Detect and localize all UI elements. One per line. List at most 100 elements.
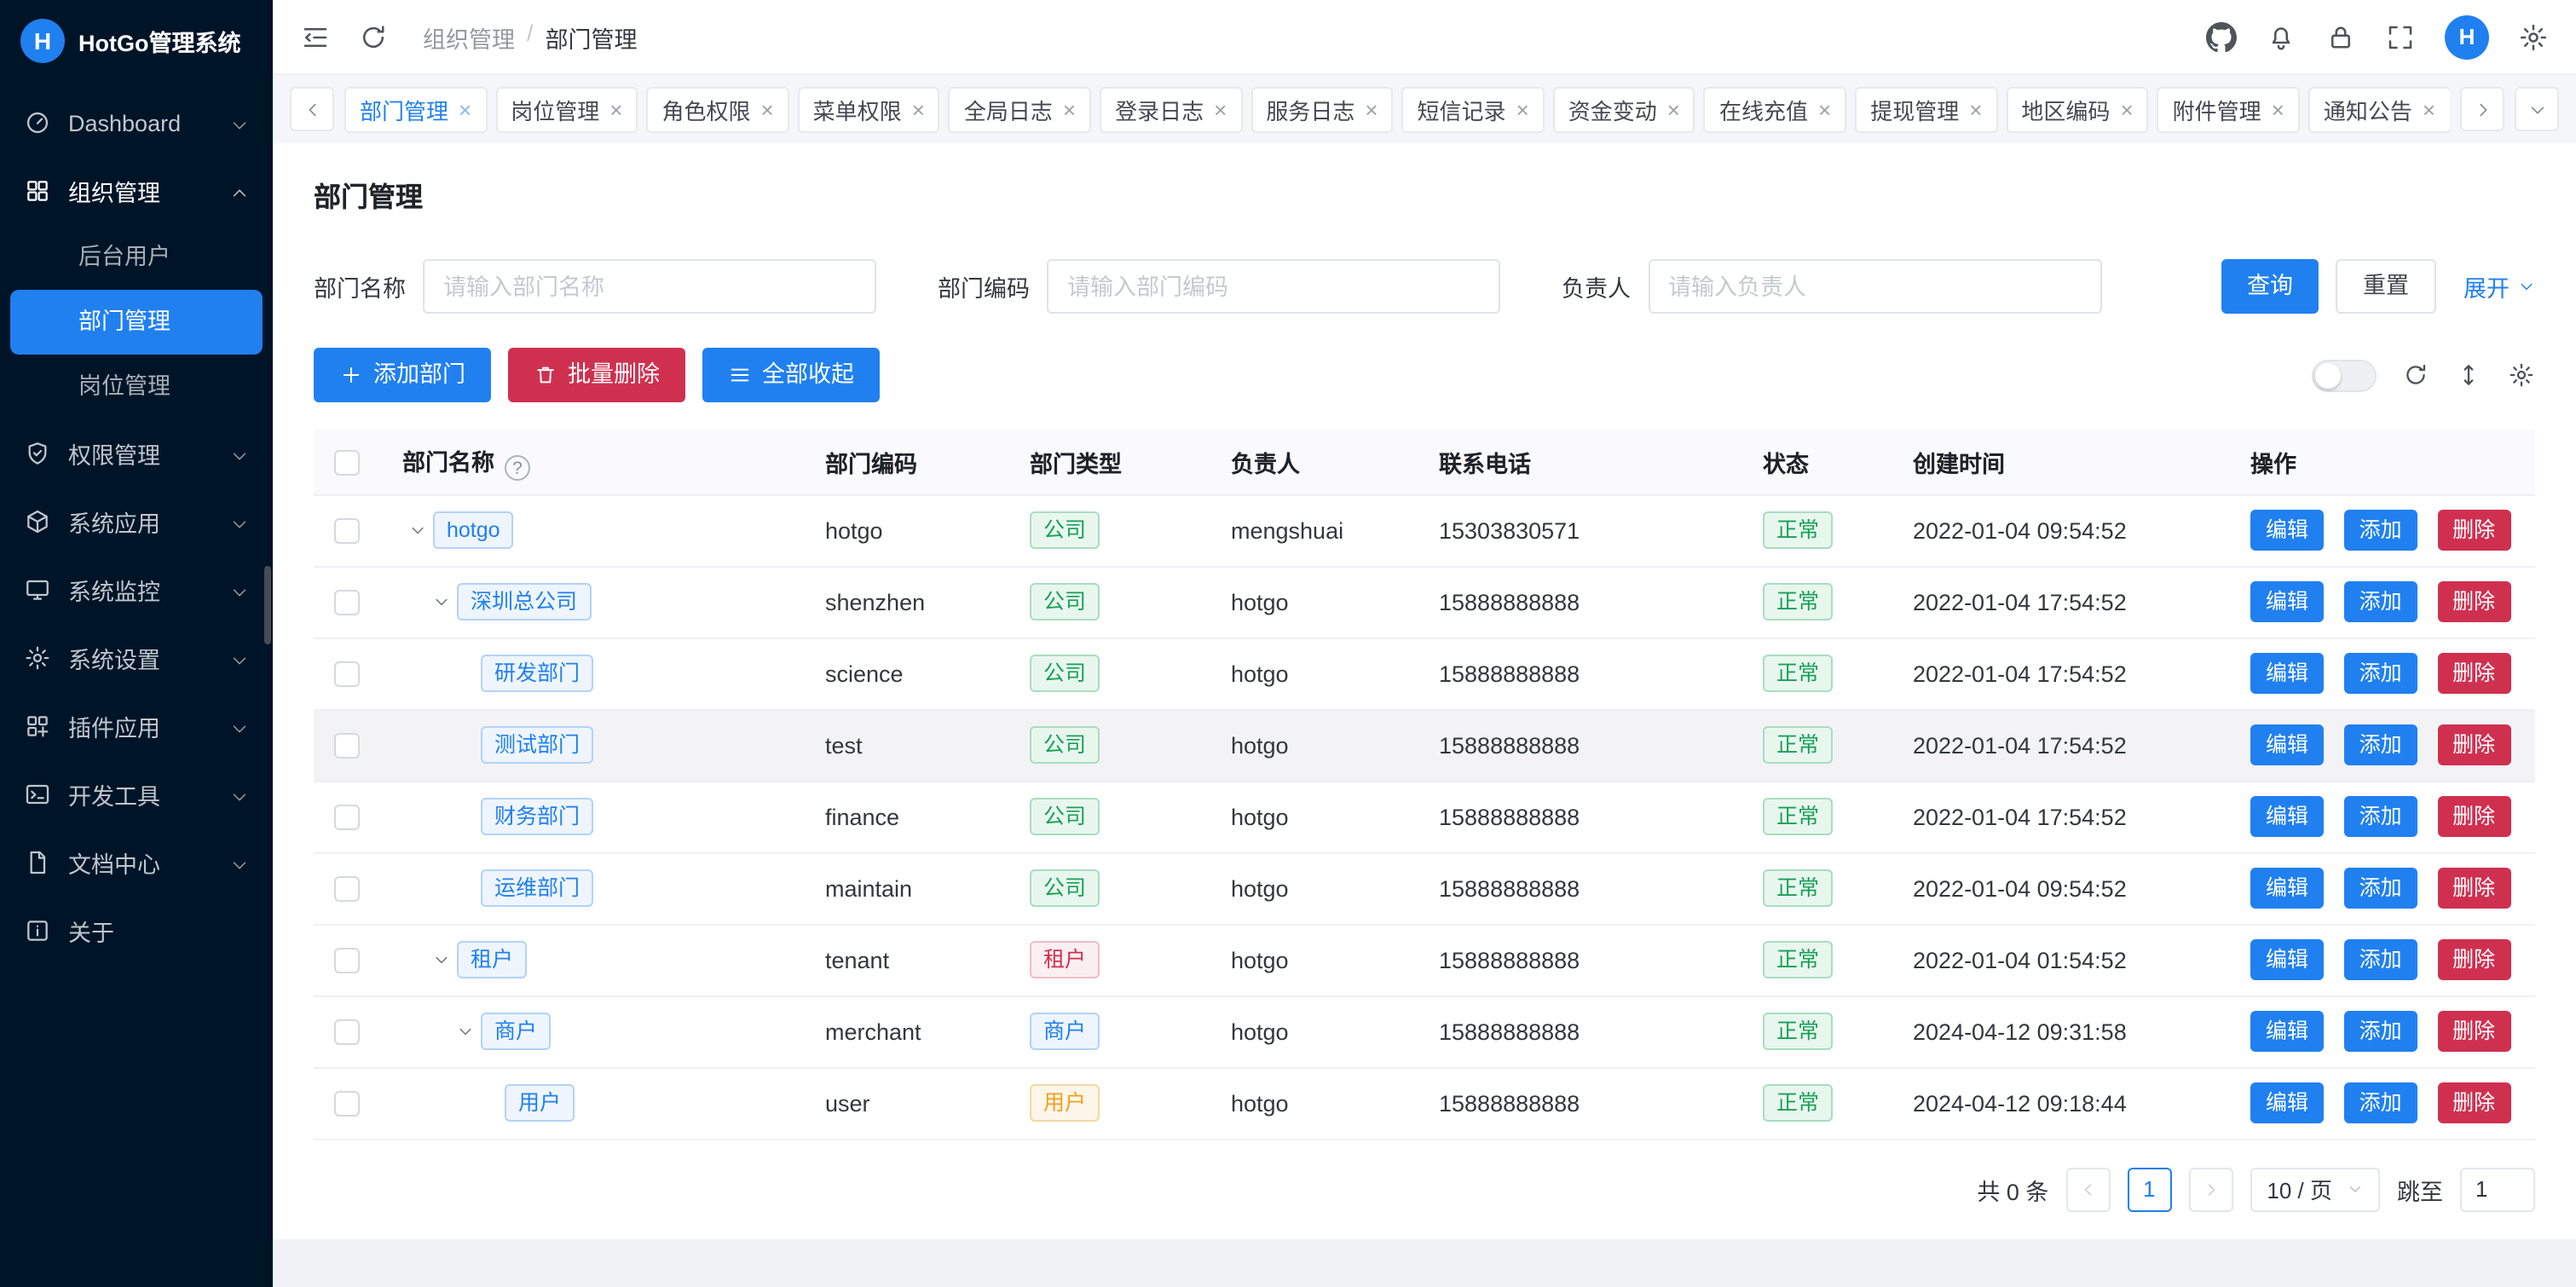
user-avatar[interactable]: H bbox=[2445, 14, 2489, 59]
add-button[interactable]: 添加 bbox=[2344, 1082, 2417, 1123]
sidebar-item-8[interactable]: 文档中心 bbox=[0, 828, 273, 897]
expand-row-icon[interactable] bbox=[426, 593, 457, 610]
sidebar-subitem-1-0[interactable]: 后台用户 bbox=[0, 225, 273, 290]
column-settings-icon[interactable] bbox=[2508, 361, 2535, 389]
edit-button[interactable]: 编辑 bbox=[2250, 868, 2324, 909]
close-icon[interactable]: × bbox=[1818, 98, 1831, 120]
edit-button[interactable]: 编辑 bbox=[2250, 1082, 2324, 1123]
delete-button[interactable]: 删除 bbox=[2437, 868, 2510, 909]
collapse-sidebar-icon[interactable] bbox=[300, 21, 331, 52]
close-icon[interactable]: × bbox=[1969, 98, 1982, 120]
tab-12[interactable]: 附件管理 × bbox=[2157, 86, 2300, 132]
settings-gear-icon[interactable] bbox=[2518, 21, 2549, 52]
close-icon[interactable]: × bbox=[459, 98, 471, 120]
department-name-tag[interactable]: 深圳总公司 bbox=[457, 583, 591, 620]
close-icon[interactable]: × bbox=[760, 98, 773, 120]
tab-13[interactable]: 通知公告 × bbox=[2308, 86, 2450, 132]
tab-5[interactable]: 登录日志 × bbox=[1100, 86, 1242, 132]
sidebar-item-6[interactable]: 插件应用 bbox=[0, 692, 273, 760]
row-checkbox[interactable] bbox=[334, 948, 360, 973]
striped-toggle[interactable] bbox=[2312, 359, 2377, 391]
department-name-tag[interactable]: hotgo bbox=[433, 511, 514, 549]
department-name-tag[interactable]: 研发部门 bbox=[481, 655, 593, 692]
tab-0[interactable]: 部门管理 × bbox=[344, 86, 487, 132]
batch-delete-button[interactable]: 批量删除 bbox=[508, 348, 685, 402]
tab-6[interactable]: 服务日志 × bbox=[1250, 86, 1393, 132]
expand-filters-link[interactable]: 展开 bbox=[2463, 269, 2535, 303]
edit-button[interactable]: 编辑 bbox=[2250, 939, 2324, 980]
reload-table-icon[interactable] bbox=[2402, 361, 2429, 389]
select-all-checkbox[interactable] bbox=[334, 449, 360, 475]
tab-10[interactable]: 提现管理 × bbox=[1855, 86, 1997, 132]
edit-button[interactable]: 编辑 bbox=[2250, 796, 2324, 837]
delete-button[interactable]: 删除 bbox=[2437, 1011, 2510, 1052]
sidebar-scrollbar-thumb[interactable] bbox=[264, 566, 271, 644]
github-icon[interactable] bbox=[2206, 21, 2237, 52]
row-checkbox[interactable] bbox=[334, 1091, 360, 1117]
close-icon[interactable]: × bbox=[2423, 98, 2435, 120]
collapse-all-button[interactable]: 全部收起 bbox=[702, 348, 880, 402]
sidebar-item-7[interactable]: 开发工具 bbox=[0, 760, 273, 828]
tab-3[interactable]: 菜单权限 × bbox=[798, 86, 940, 132]
bell-icon[interactable] bbox=[2266, 21, 2296, 52]
delete-button[interactable]: 删除 bbox=[2437, 581, 2510, 622]
close-icon[interactable]: × bbox=[1214, 98, 1227, 120]
department-name-tag[interactable]: 用户 bbox=[505, 1084, 575, 1122]
page-size-select[interactable]: 10 / 页 bbox=[2250, 1167, 2380, 1211]
delete-button[interactable]: 删除 bbox=[2437, 1082, 2510, 1123]
delete-button[interactable]: 删除 bbox=[2437, 510, 2510, 551]
row-checkbox[interactable] bbox=[334, 805, 360, 830]
next-page-button[interactable] bbox=[2188, 1167, 2232, 1211]
filter-input-0[interactable] bbox=[423, 259, 876, 314]
expand-row-icon[interactable] bbox=[402, 522, 433, 539]
close-icon[interactable]: × bbox=[1667, 98, 1680, 120]
sidebar-item-4[interactable]: 系统监控 bbox=[0, 556, 273, 624]
tabs-scroll-right-button[interactable] bbox=[2460, 87, 2504, 131]
filter-input-2[interactable] bbox=[1648, 259, 2101, 314]
row-checkbox[interactable] bbox=[334, 733, 360, 759]
tab-4[interactable]: 全局日志 × bbox=[949, 86, 1091, 132]
prev-page-button[interactable] bbox=[2065, 1167, 2110, 1211]
jump-page-input[interactable] bbox=[2460, 1167, 2535, 1211]
sidebar-item-0[interactable]: Dashboard bbox=[0, 89, 273, 157]
close-icon[interactable]: × bbox=[609, 98, 622, 120]
delete-button[interactable]: 删除 bbox=[2437, 939, 2510, 980]
row-checkbox[interactable] bbox=[334, 661, 360, 687]
refresh-icon[interactable] bbox=[358, 21, 389, 52]
delete-button[interactable]: 删除 bbox=[2437, 724, 2510, 765]
department-name-tag[interactable]: 财务部门 bbox=[481, 798, 593, 835]
tab-1[interactable]: 岗位管理 × bbox=[495, 86, 638, 132]
edit-button[interactable]: 编辑 bbox=[2250, 1011, 2324, 1052]
edit-button[interactable]: 编辑 bbox=[2250, 724, 2324, 765]
sidebar-item-2[interactable]: 权限管理 bbox=[0, 419, 273, 488]
row-checkbox[interactable] bbox=[334, 590, 360, 615]
tabs-menu-button[interactable] bbox=[2515, 87, 2559, 131]
delete-button[interactable]: 删除 bbox=[2437, 796, 2510, 837]
lock-icon[interactable] bbox=[2325, 21, 2356, 52]
department-name-tag[interactable]: 运维部门 bbox=[481, 869, 593, 907]
department-name-tag[interactable]: 测试部门 bbox=[481, 726, 593, 764]
expand-row-icon[interactable] bbox=[450, 1023, 481, 1040]
add-button[interactable]: 添加 bbox=[2344, 724, 2417, 765]
sidebar-item-1[interactable]: 组织管理 bbox=[0, 157, 273, 225]
delete-button[interactable]: 删除 bbox=[2437, 653, 2510, 694]
row-checkbox[interactable] bbox=[334, 518, 360, 544]
filter-input-1[interactable] bbox=[1047, 259, 1500, 314]
current-page-button[interactable]: 1 bbox=[2127, 1167, 2171, 1211]
add-button[interactable]: 添加 bbox=[2344, 868, 2417, 909]
tab-7[interactable]: 短信记录 × bbox=[1402, 86, 1545, 132]
edit-button[interactable]: 编辑 bbox=[2250, 653, 2324, 694]
tabs-scroll-left-button[interactable] bbox=[290, 87, 334, 131]
department-name-tag[interactable]: 商户 bbox=[481, 1013, 551, 1050]
add-button[interactable]: 添加 bbox=[2344, 796, 2417, 837]
close-icon[interactable]: × bbox=[2272, 98, 2284, 120]
close-icon[interactable]: × bbox=[1516, 98, 1529, 120]
sidebar-subitem-1-2[interactable]: 岗位管理 bbox=[0, 355, 273, 419]
help-icon[interactable]: ? bbox=[505, 455, 530, 481]
sidebar-item-3[interactable]: 系统应用 bbox=[0, 488, 273, 556]
edit-button[interactable]: 编辑 bbox=[2250, 581, 2324, 622]
app-logo[interactable]: H HotGo管理系统 bbox=[0, 0, 273, 82]
tab-2[interactable]: 角色权限 × bbox=[646, 86, 788, 132]
add-button[interactable]: 添加 bbox=[2344, 1011, 2417, 1052]
tab-11[interactable]: 地区编码 × bbox=[2006, 86, 2148, 132]
